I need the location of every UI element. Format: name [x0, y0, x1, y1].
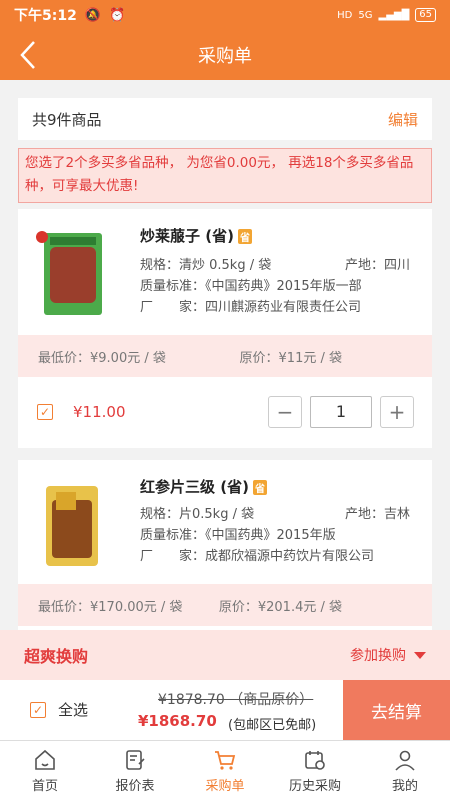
free-shipping-note: (包邮区已免邮) [228, 718, 317, 733]
spec-row: 规格：片0.5kg / 袋 产地：吉林 [140, 503, 410, 522]
tab-purchase-order[interactable]: 采购单 [180, 741, 270, 800]
status-time: 下午5:12 [14, 8, 77, 24]
quantity-input[interactable]: 1 [310, 395, 372, 428]
original-total: ¥1878.70 （商品原价） [158, 692, 314, 708]
min-price: 最低价：¥9.00元 / 袋 [38, 350, 166, 366]
product-image [36, 231, 102, 315]
minus-button[interactable]: − [268, 395, 302, 428]
hd-icon: HD [337, 9, 353, 21]
select-all-label[interactable]: 全选 [58, 699, 88, 720]
nav-bar: 采购单 [0, 30, 450, 80]
quote-list-icon [126, 749, 145, 770]
join-exchange-label: 参加换购 [350, 648, 406, 664]
product-name[interactable]: 红参片三级 (省) 省 [140, 476, 267, 497]
product-card: 红参片三级 (省) 省 规格：片0.5kg / 袋 产地：吉林 质量标准：《中国药… [18, 460, 432, 640]
exchange-bar: 超爽换购 参加换购 [0, 630, 450, 680]
item-price: ¥11.00 [73, 402, 126, 421]
network-label: 5G [358, 9, 373, 21]
user-icon [395, 750, 415, 771]
original-price: 原价：¥11元 / 袋 [239, 350, 342, 366]
tab-profile[interactable]: 我的 [360, 741, 450, 800]
product-maker: 厂 家：成都欣福源中药饮片有限公司 [140, 549, 375, 564]
checkout-bar: ✓ 全选 ¥1878.70 （商品原价） ¥1868.70 (包邮区已免邮) 去… [0, 680, 450, 740]
save-badge: 省 [237, 229, 252, 244]
product-name[interactable]: 炒莱菔子 (省) 省 [140, 225, 252, 246]
caret-down-icon [414, 651, 426, 659]
alarm-icon: ⏰ [109, 7, 126, 23]
product-standard: 质量标准：《中国药典》2015年版一部 [140, 279, 362, 294]
original-price: 原价：¥201.4元 / 袋 [218, 599, 342, 615]
join-exchange-button[interactable]: 参加换购 [350, 645, 426, 665]
calendar-clock-icon [305, 750, 325, 770]
signal-icon: ▂▄▆█ [378, 9, 410, 21]
battery-icon: 65 [415, 8, 436, 22]
exchange-title: 超爽换购 [24, 647, 89, 666]
back-icon[interactable] [14, 38, 44, 72]
product-origin: 产地：四川 [344, 258, 410, 273]
edit-button[interactable]: 编辑 [388, 109, 418, 130]
status-bar: 下午5:12 🔕 ⏰ HD 5G ▂▄▆█ 65 [0, 0, 450, 30]
maker-row: 厂 家：四川麒源药业有限责任公司 [140, 296, 410, 315]
product-maker: 厂 家：四川麒源药业有限责任公司 [140, 300, 362, 315]
quantity-row: ✓ ¥11.00 − 1 + [18, 389, 432, 434]
discount-notice: 您选了2个多买多省品种， 为您省0.00元， 再选18个多买多省品种，可享最大优… [18, 148, 432, 203]
standard-row: 质量标准：《中国药典》2015年版一部 [140, 275, 410, 294]
product-spec: 规格：片0.5kg / 袋 [140, 507, 255, 522]
product-image [46, 486, 98, 566]
product-origin: 产地：吉林 [344, 507, 410, 522]
cart-summary: 共9件商品 编辑 [18, 98, 432, 140]
save-badge: 省 [252, 480, 267, 495]
spec-row: 规格：清炒 0.5kg / 袋 产地：四川 [140, 254, 410, 273]
tab-history[interactable]: 历史采购 [270, 741, 360, 800]
settle-button[interactable]: 去结算 [343, 680, 450, 740]
min-price: 最低价：¥170.00元 / 袋 [38, 599, 183, 615]
select-all-checkbox[interactable]: ✓ [30, 702, 46, 718]
price-info-bar: 最低价：¥170.00元 / 袋 原价：¥201.4元 / 袋 [18, 584, 432, 626]
standard-row: 质量标准：《中国药典》2015年版 [140, 524, 410, 543]
plus-button[interactable]: + [380, 395, 414, 428]
home-icon [35, 749, 55, 770]
maker-row: 厂 家：成都欣福源中药饮片有限公司 [140, 545, 410, 564]
price-info-bar: 最低价：¥9.00元 / 袋 原价：¥11元 / 袋 [18, 335, 432, 377]
bottom-tab-bar: 首页 报价表 采购单 历史采购 我的 [0, 740, 450, 800]
cart-icon [215, 750, 236, 770]
tab-home[interactable]: 首页 [0, 741, 90, 800]
product-standard: 质量标准：《中国药典》2015年版 [140, 528, 336, 543]
tab-quote-list[interactable]: 报价表 [90, 741, 180, 800]
total-price: ¥1868.70 [138, 712, 217, 730]
quantity-stepper: − 1 + [268, 395, 414, 428]
mute-icon: 🔕 [84, 7, 102, 23]
product-card: 炒莱菔子 (省) 省 规格：清炒 0.5kg / 袋 产地：四川 质量标准：《中国… [18, 209, 432, 448]
item-count: 共9件商品 [32, 110, 102, 129]
item-checkbox[interactable]: ✓ [37, 403, 53, 420]
product-spec: 规格：清炒 0.5kg / 袋 [140, 258, 272, 273]
page-title: 采购单 [198, 46, 252, 67]
status-right: HD 5G ▂▄▆█ 65 [337, 8, 436, 22]
